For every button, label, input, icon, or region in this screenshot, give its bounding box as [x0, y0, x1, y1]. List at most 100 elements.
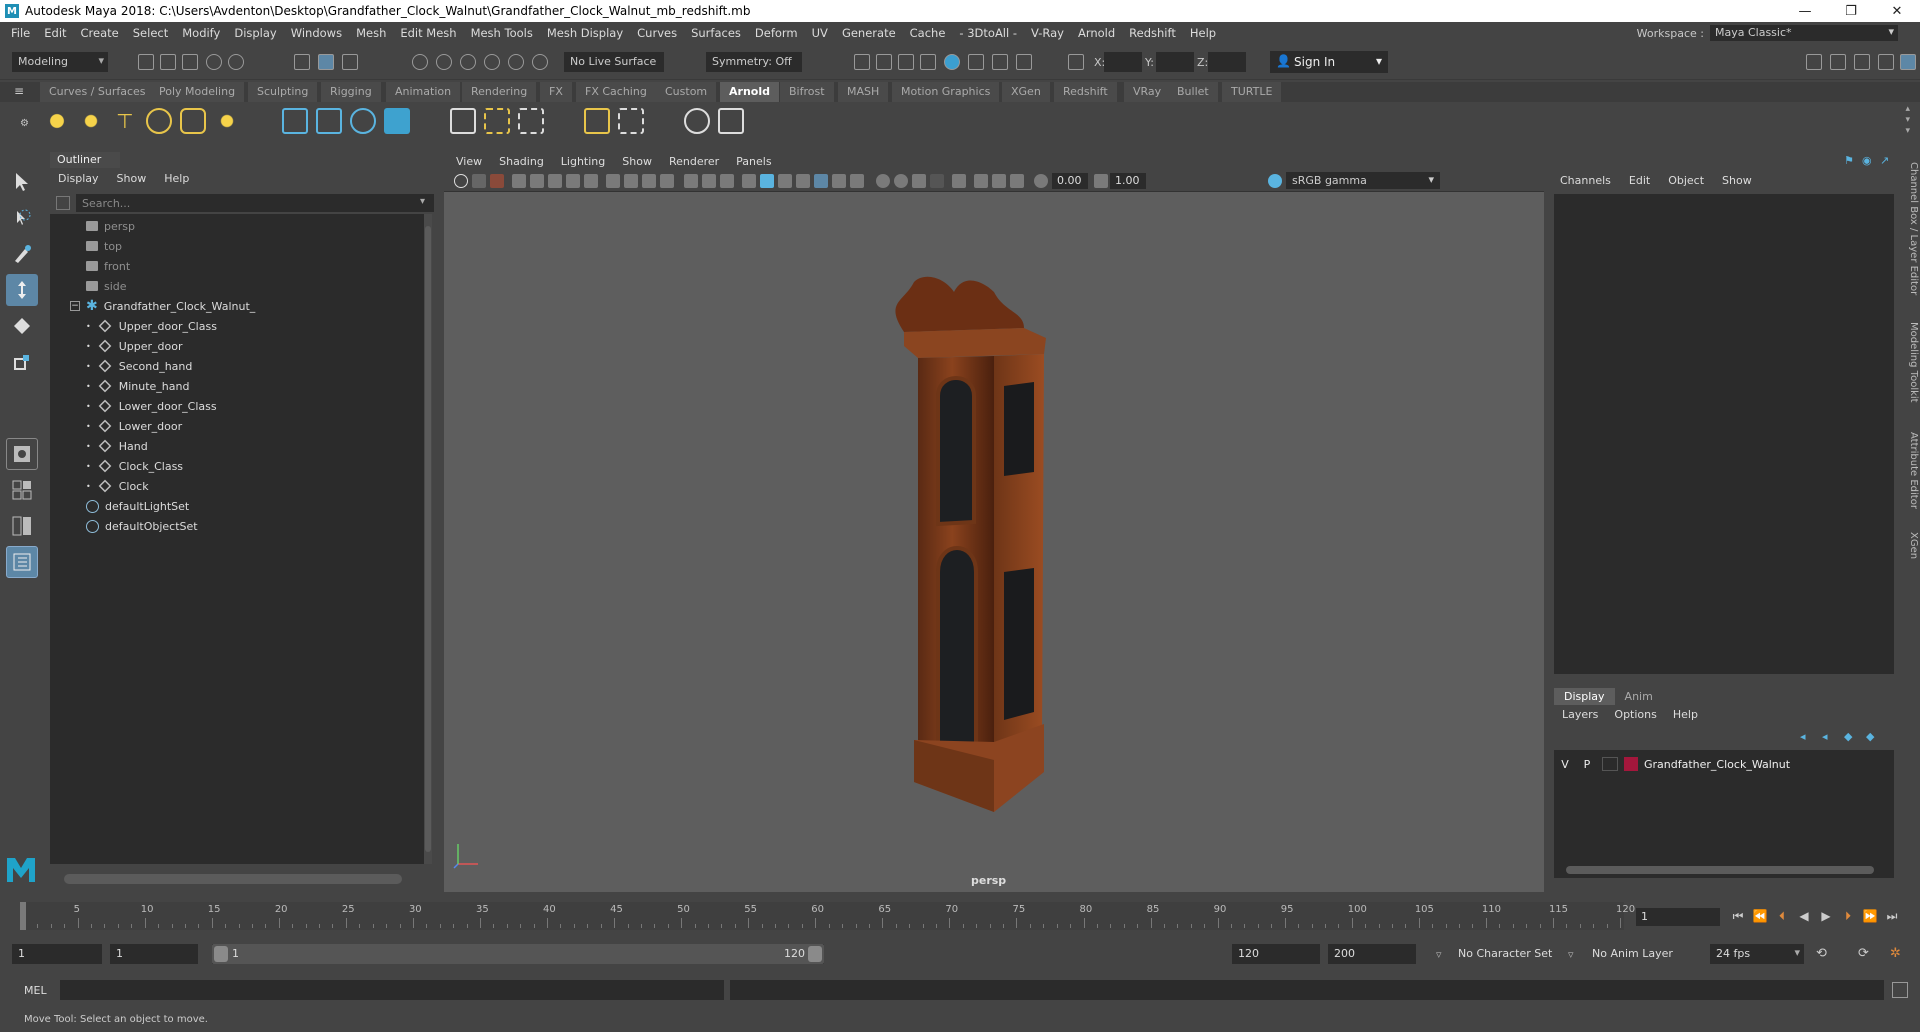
textured-icon[interactable]	[760, 174, 774, 188]
render-play-icon[interactable]	[718, 108, 744, 134]
channel-show-menu[interactable]: Show	[1722, 174, 1752, 187]
gamma-field[interactable]: 1.00	[1110, 173, 1146, 189]
layer-display-type-toggle[interactable]	[1602, 757, 1618, 771]
y-field[interactable]	[1156, 52, 1194, 72]
menu-arnold[interactable]: Arnold	[1071, 26, 1122, 40]
isolate-select-icon[interactable]	[912, 174, 926, 188]
go-to-end-icon[interactable]: ⏭	[1884, 908, 1900, 924]
outliner-item-upper-door[interactable]: • Upper_door	[50, 336, 428, 356]
layer-playback-toggle[interactable]: P	[1576, 758, 1598, 771]
layer-color-swatch[interactable]	[1624, 757, 1638, 771]
light-editor-icon[interactable]	[992, 54, 1008, 70]
channel-box-settings-icon[interactable]: ◉	[1862, 154, 1872, 167]
shelf-tab-mash[interactable]: MASH	[838, 82, 890, 102]
outliner-menu-show[interactable]: Show	[117, 172, 147, 185]
menu-cache[interactable]: Cache	[903, 26, 953, 40]
lasso-tool-icon[interactable]	[6, 202, 38, 234]
go-to-start-icon[interactable]: ⏮	[1730, 908, 1746, 924]
layer-tab-anim[interactable]: Anim	[1615, 688, 1663, 705]
render-view-icon[interactable]	[968, 54, 984, 70]
menu-edit-mesh[interactable]: Edit Mesh	[393, 26, 463, 40]
create-curve-collector-icon[interactable]	[350, 108, 376, 134]
image-plane-icon[interactable]	[530, 174, 544, 188]
outliner-item-lower-door-class[interactable]: • Lower_door_Class	[50, 396, 428, 416]
use-all-lights-icon[interactable]	[778, 174, 792, 188]
menu-edit[interactable]: Edit	[37, 26, 73, 40]
panel-menu-show[interactable]: Show	[622, 155, 652, 168]
shelf-tab-custom[interactable]: Custom	[656, 82, 718, 102]
export-stand-in-icon[interactable]	[316, 108, 342, 134]
field-chart-icon[interactable]	[660, 174, 674, 188]
wireframe-icon[interactable]	[720, 174, 734, 188]
save-scene-icon[interactable]	[182, 54, 198, 70]
outliner-menu-help[interactable]: Help	[164, 172, 189, 185]
menu-modify[interactable]: Modify	[175, 26, 227, 40]
outliner-layout-icon[interactable]	[6, 546, 38, 578]
outliner-item-hand[interactable]: • Hand	[50, 436, 428, 456]
range-bar-fill[interactable]	[212, 944, 824, 964]
panel-menu-renderer[interactable]: Renderer	[669, 155, 719, 168]
current-frame-marker[interactable]	[20, 902, 26, 930]
move-tool-icon[interactable]	[6, 274, 38, 306]
menu-file[interactable]: File	[4, 26, 37, 40]
shelf-tab-vray[interactable]: VRay	[1124, 82, 1172, 102]
gate-mask-icon[interactable]	[642, 174, 656, 188]
shelf-menu-icon[interactable]: ≡	[14, 84, 24, 98]
snap-point-icon[interactable]	[460, 54, 476, 70]
select-object-icon[interactable]	[318, 54, 334, 70]
flush-lights-icon[interactable]	[484, 108, 510, 134]
shelf-tab-motion-graphics[interactable]: Motion Graphics	[892, 82, 1001, 102]
fps-dropdown[interactable]: 24 fps ▾	[1710, 944, 1804, 964]
color-space-dropdown[interactable]: sRGB gamma	[1286, 172, 1440, 189]
2d-pan-zoom-icon[interactable]	[548, 174, 562, 188]
undo-icon[interactable]	[206, 54, 222, 70]
snap-surface-icon[interactable]	[508, 54, 524, 70]
channel-box-pin-icon[interactable]: ↗	[1880, 154, 1889, 167]
xray-active-icon[interactable]	[952, 174, 966, 188]
create-stand-in-icon[interactable]	[282, 108, 308, 134]
grid-toggle-icon[interactable]	[584, 174, 598, 188]
layer-help-menu[interactable]: Help	[1673, 708, 1698, 721]
depth-of-field-icon[interactable]	[894, 174, 908, 188]
pause-viewport-icon[interactable]	[1016, 54, 1032, 70]
menu-create[interactable]: Create	[74, 26, 126, 40]
exposure-field[interactable]: 0.00	[1052, 173, 1088, 189]
render-settings-icon[interactable]	[920, 54, 936, 70]
search-dropdown-icon[interactable]: ▾	[420, 196, 425, 207]
render-frame-icon[interactable]	[854, 54, 870, 70]
paint-select-tool-icon[interactable]	[6, 238, 38, 270]
shelf-tab-bifrost[interactable]: Bifrost	[780, 82, 835, 102]
outliner-item-default-object-set[interactable]: defaultObjectSet	[50, 516, 428, 536]
range-bar[interactable]: 1 120	[212, 944, 824, 964]
menu-mesh-display[interactable]: Mesh Display	[540, 26, 630, 40]
redo-icon[interactable]	[228, 54, 244, 70]
new-scene-icon[interactable]	[138, 54, 154, 70]
outliner-item-persp[interactable]: persp	[50, 216, 428, 236]
menu-deform[interactable]: Deform	[748, 26, 805, 40]
outliner-item-group[interactable]: − ✱ Grandfather_Clock_Walnut_	[50, 296, 428, 316]
color-management-icon[interactable]	[1268, 174, 1282, 188]
film-gate-icon[interactable]	[606, 174, 620, 188]
shelf-tab-turtle[interactable]: TURTLE	[1222, 82, 1283, 102]
render-sequence-icon[interactable]	[876, 54, 892, 70]
playback-start-field[interactable]: 1	[110, 944, 198, 964]
outliner-menu-display[interactable]: Display	[58, 172, 99, 185]
step-back-frame-icon[interactable]: ⏪	[1752, 908, 1768, 924]
lock-camera-icon[interactable]	[472, 174, 486, 188]
xray-joints-icon[interactable]	[930, 174, 944, 188]
loop-icon[interactable]: ⟲	[1816, 946, 1827, 961]
menu-redshift[interactable]: Redshift	[1122, 26, 1183, 40]
character-controls-icon[interactable]	[1830, 54, 1846, 70]
motion-blur-icon[interactable]	[850, 174, 864, 188]
menu-curves[interactable]: Curves	[630, 26, 684, 40]
shelf-tab-rigging[interactable]: Rigging	[321, 82, 382, 102]
layer-visibility-toggle[interactable]: V	[1554, 758, 1576, 771]
script-editor-icon[interactable]	[1892, 982, 1908, 998]
tool-settings-icon[interactable]	[1878, 54, 1894, 70]
panel-menu-shading[interactable]: Shading	[499, 155, 544, 168]
channel-box-toolbar-icon[interactable]: ⚑	[1844, 154, 1854, 167]
side-tab-channel-box[interactable]: Channel Box / Layer Editor	[1903, 162, 1919, 295]
light-portal-icon[interactable]	[180, 108, 206, 134]
rotate-tool-icon[interactable]	[6, 310, 38, 342]
menu-mesh-tools[interactable]: Mesh Tools	[464, 26, 540, 40]
